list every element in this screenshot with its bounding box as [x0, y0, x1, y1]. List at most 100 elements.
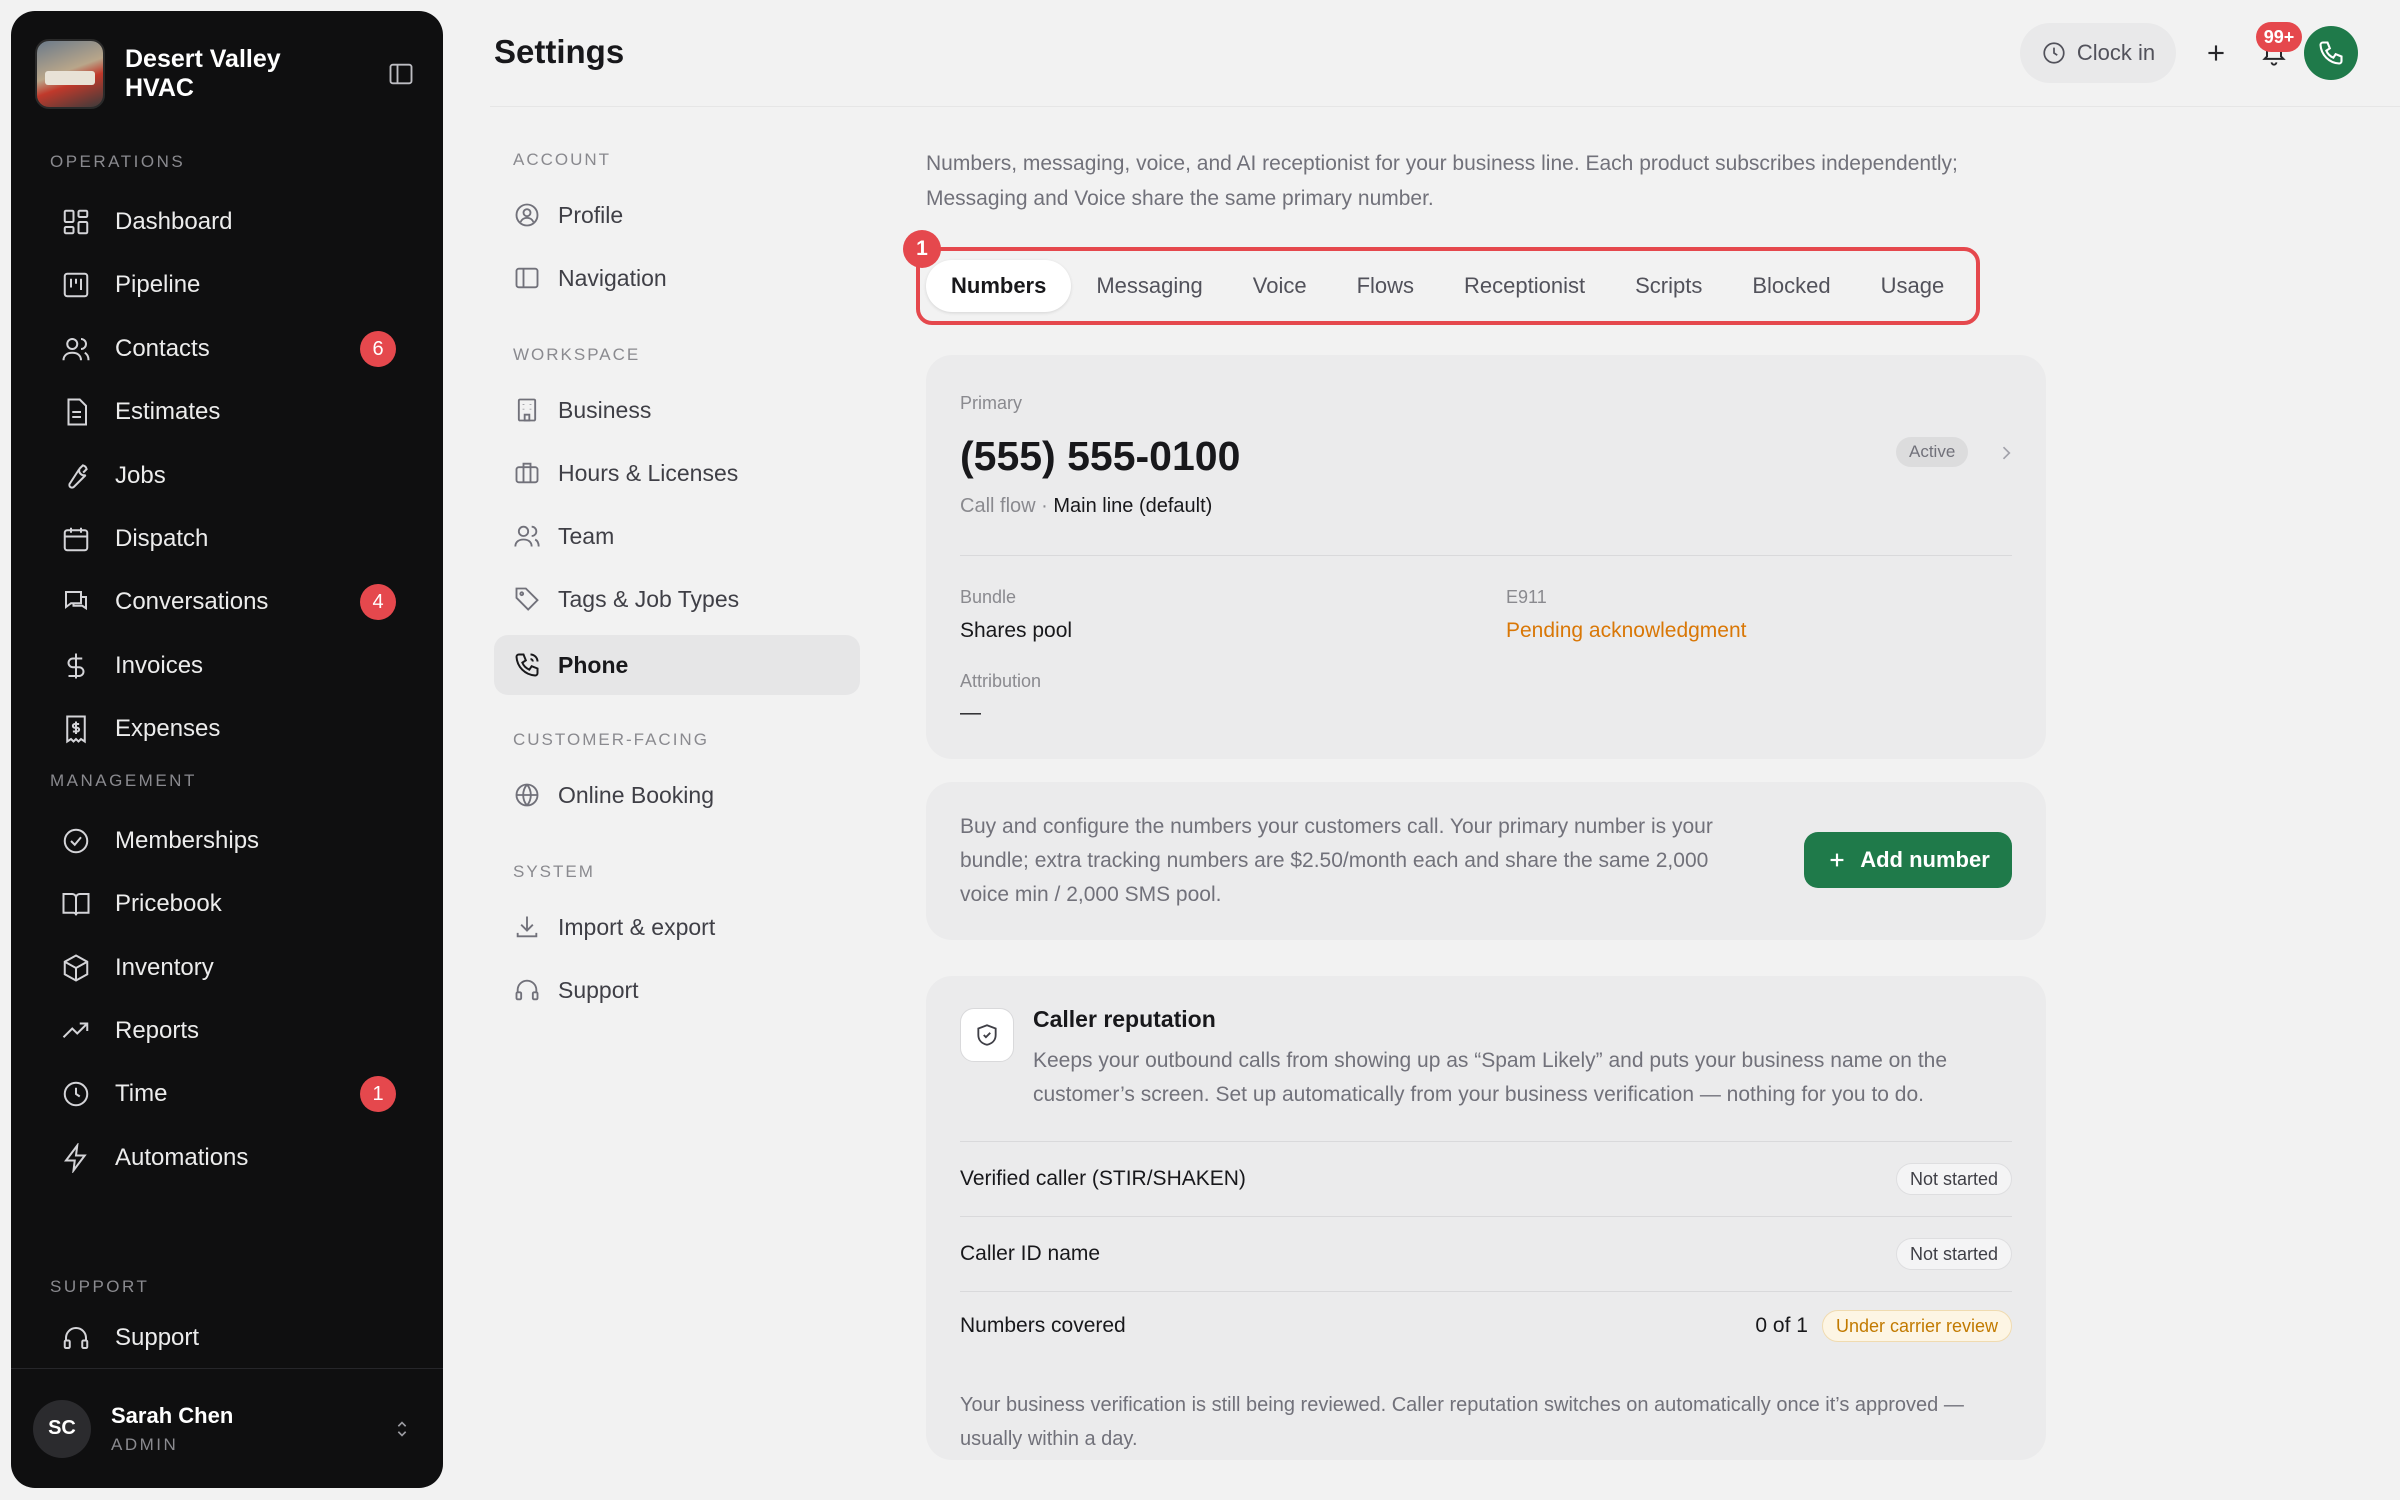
sidebar-item-contacts[interactable]: Contacts 6 — [35, 323, 419, 375]
bundle-value: Shares pool — [960, 619, 1073, 642]
sidebar-item-label: Invoices — [115, 652, 204, 679]
trend-icon — [62, 1022, 89, 1038]
sidebar-item-label: Pricebook — [115, 890, 222, 917]
phone-intro-text: Numbers, messaging, voice, and AI recept… — [926, 152, 1958, 210]
sidebar-item-automations[interactable]: Automations — [35, 1132, 419, 1184]
add-number-button[interactable]: Add number — [1804, 832, 2012, 888]
tag-icon — [515, 587, 539, 611]
sidebar-item-conversations[interactable]: Conversations 4 — [35, 576, 419, 628]
sidebar-item-label: Contacts — [115, 335, 210, 362]
chevron-updown-icon — [397, 1421, 407, 1437]
nav-section-operations: OPERATIONS — [50, 152, 186, 171]
row-label: Verified caller (STIR/SHAKEN) — [960, 1167, 1246, 1190]
settings-item-label: Profile — [558, 201, 624, 228]
sidebar-item-label: Memberships — [115, 827, 260, 854]
badge-check-icon — [63, 828, 89, 854]
collapse-sidebar-icon[interactable] — [383, 56, 419, 92]
sidebar-item-label: Support — [115, 1324, 200, 1351]
sidebar-item-memberships[interactable]: Memberships — [35, 815, 419, 867]
settings-item-business[interactable]: Business — [494, 380, 860, 440]
time-count-badge: 1 — [360, 1076, 396, 1112]
pipeline-icon — [63, 272, 89, 298]
phone-dialer-button[interactable] — [2304, 26, 2358, 80]
settings-section-workspace: WORKSPACE — [513, 345, 641, 364]
add-number-description: Buy and configure the numbers your custo… — [960, 815, 1713, 906]
phone-icon — [515, 653, 539, 677]
settings-item-tags-job-types[interactable]: Tags & Job Types — [494, 569, 860, 629]
row-label: Numbers covered — [960, 1314, 1126, 1337]
globe-icon — [515, 783, 539, 807]
settings-item-phone[interactable]: Phone — [494, 635, 860, 695]
sidebar: Desert Valley HVAC OPERATIONS Dashboard … — [11, 11, 443, 1488]
chevron-right-icon[interactable] — [1996, 441, 2016, 465]
headset-icon — [63, 1327, 89, 1349]
user-menu[interactable]: SC Sarah Chen ADMIN — [11, 1368, 443, 1488]
user-name: Sarah Chen — [111, 1402, 234, 1428]
settings-item-support[interactable]: Support — [494, 960, 860, 1020]
numbers-covered-value: 0 of 1 — [1755, 1314, 1808, 1337]
settings-item-import-export[interactable]: Import & export — [494, 897, 860, 957]
e911-label: E911 — [1506, 587, 1547, 607]
sidebar-item-inventory[interactable]: Inventory — [35, 942, 419, 994]
team-icon — [514, 525, 540, 547]
caller-reputation-title: Caller reputation — [1033, 1006, 1216, 1032]
download-icon — [516, 916, 538, 938]
settings-item-hours-licenses[interactable]: Hours & Licenses — [494, 443, 860, 503]
e911-value[interactable]: Pending acknowledgment — [1506, 619, 1747, 643]
settings-item-profile[interactable]: Profile — [494, 185, 860, 245]
call-flow-value: Main line (default) — [1053, 495, 1213, 517]
attribution-label: Attribution — [960, 671, 1042, 691]
avatar: SC — [33, 1399, 91, 1458]
sidebar-item-dashboard[interactable]: Dashboard — [35, 196, 419, 248]
conversations-count-badge: 4 — [360, 584, 396, 620]
clock-in-button[interactable]: Clock in — [2020, 23, 2176, 83]
caller-reputation-footnote: Your business verification is still bein… — [960, 1394, 1964, 1450]
primary-number-card[interactable]: Primary (555) 555-0100 Call flow · Main … — [926, 355, 2046, 759]
dollar-icon — [67, 653, 85, 679]
briefcase-icon — [515, 462, 539, 484]
nav-section-management: MANAGEMENT — [50, 771, 197, 790]
reputation-row-numbers-covered: Numbers covered 0 of 1 Under carrier rev… — [960, 1289, 2012, 1363]
settings-item-team[interactable]: Team — [494, 506, 860, 566]
sidebar-item-label: Dashboard — [115, 208, 233, 235]
sidebar-item-time[interactable]: Time 1 — [35, 1068, 419, 1120]
book-icon — [62, 893, 90, 916]
header-divider — [490, 106, 2400, 107]
plus-icon — [2208, 45, 2224, 61]
primary-label: Primary — [960, 393, 1022, 413]
clock-icon — [63, 1081, 89, 1107]
sidebar-item-label: Jobs — [115, 462, 166, 489]
card-divider — [960, 555, 2012, 556]
attribution-value: — — [960, 701, 981, 724]
sidebar-item-pipeline[interactable]: Pipeline — [35, 259, 419, 311]
sidebar-item-label: Expenses — [115, 715, 221, 742]
sidebar-item-label: Estimates — [115, 398, 221, 425]
brand[interactable]: Desert Valley HVAC — [35, 34, 419, 114]
settings-item-navigation[interactable]: Navigation — [494, 248, 860, 308]
sidebar-item-support[interactable]: Support — [35, 1312, 419, 1364]
building-icon — [517, 398, 537, 422]
contacts-count-badge: 6 — [360, 331, 396, 367]
sidebar-item-label: Pipeline — [115, 271, 201, 298]
settings-item-label: Support — [558, 976, 639, 1003]
sidebar-item-expenses[interactable]: Expenses — [35, 703, 419, 755]
settings-item-label: Online Booking — [558, 781, 714, 808]
add-button[interactable] — [2188, 23, 2244, 83]
sidebar-item-dispatch[interactable]: Dispatch — [35, 513, 419, 565]
settings-item-label: Tags & Job Types — [558, 585, 740, 612]
sidebar-item-label: Conversations — [115, 588, 269, 615]
status-badge: Not started — [1895, 1163, 2012, 1195]
status-badge: Not started — [1895, 1238, 2012, 1270]
caller-reputation-description: Keeps your outbound calls from showing u… — [1033, 1049, 1948, 1106]
sidebar-item-label: Dispatch — [115, 525, 209, 552]
phone-icon — [2319, 41, 2343, 65]
wrench-icon — [68, 464, 88, 489]
sidebar-item-invoices[interactable]: Invoices — [35, 640, 419, 692]
sidebar-item-jobs[interactable]: Jobs — [35, 450, 419, 502]
sidebar-item-reports[interactable]: Reports — [35, 1005, 419, 1057]
settings-item-label: Business — [558, 396, 652, 423]
settings-item-online-booking[interactable]: Online Booking — [494, 765, 860, 825]
sidebar-item-pricebook[interactable]: Pricebook — [35, 878, 419, 930]
annotation-callout: 1 — [903, 230, 941, 268]
sidebar-item-estimates[interactable]: Estimates — [35, 386, 419, 438]
